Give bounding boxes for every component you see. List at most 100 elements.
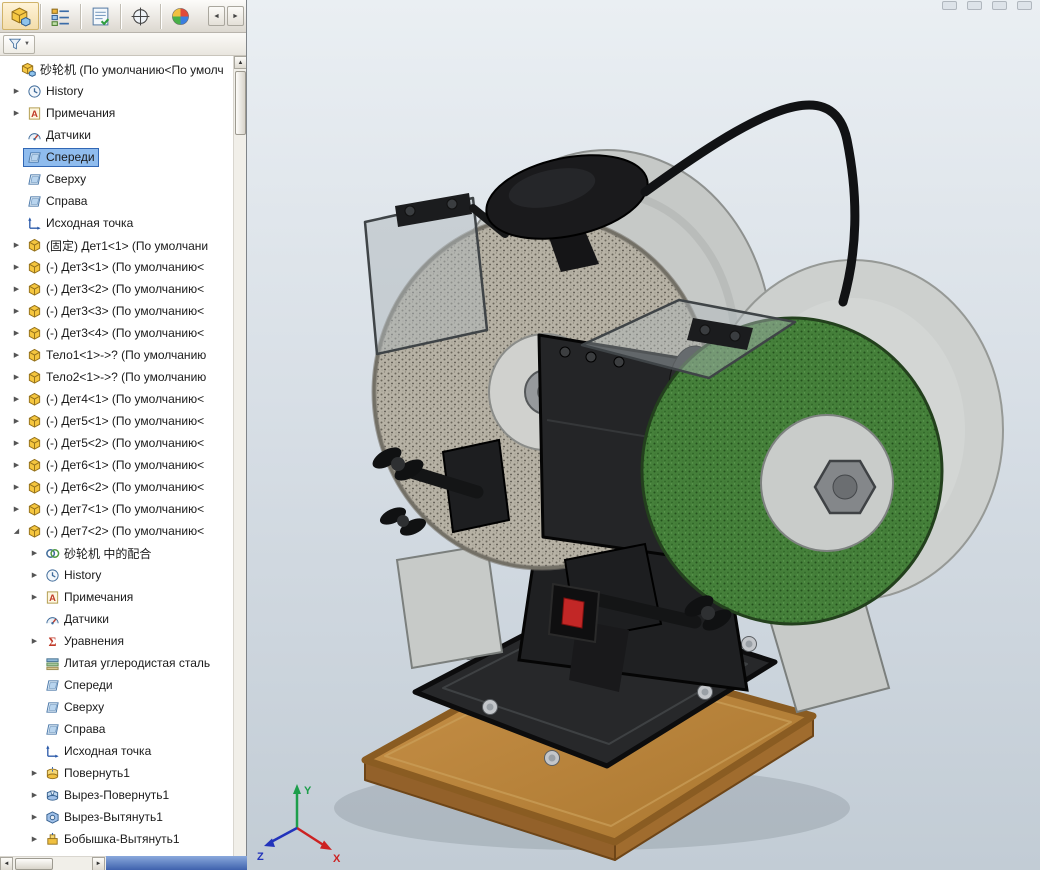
tree-row[interactable]: Сверху <box>0 696 233 718</box>
feature-manager-tab[interactable] <box>42 2 79 30</box>
origin-icon <box>45 744 60 759</box>
scroll-up-icon: ▲ <box>238 60 244 66</box>
tree-row[interactable]: Спереди <box>0 146 233 168</box>
tree-item-label: (-) Дет6<2> (По умолчанию< <box>46 480 204 494</box>
tree-row[interactable]: ▶ (-) Дет3<2> (По умолчанию< <box>0 278 233 300</box>
tree-row[interactable]: Датчики <box>0 124 233 146</box>
orientation-triad: Y X Z <box>257 778 349 864</box>
tree-row[interactable]: ▶ (-) Дет5<1> (По умолчанию< <box>0 410 233 432</box>
part-icon <box>27 392 42 407</box>
tree-row[interactable]: ▶ History <box>0 564 233 586</box>
expand-arrow[interactable]: ▶ <box>10 285 23 293</box>
expand-arrow[interactable]: ▶ <box>10 417 23 425</box>
assembly-tab[interactable] <box>2 2 39 30</box>
tree-item-label: (-) Дет7<1> (По умолчанию< <box>46 502 204 516</box>
expand-arrow[interactable]: ▶ <box>10 109 23 117</box>
tree-row[interactable]: ▶ (-) Дет3<3> (По умолчанию< <box>0 300 233 322</box>
expand-arrow[interactable]: ▶ <box>10 395 23 403</box>
expand-arrow[interactable]: ▶ <box>10 505 23 513</box>
expand-arrow[interactable]: ▶ <box>10 351 23 359</box>
tree-row[interactable]: ▶ Тело1<1>->? (По умолчанию <box>0 344 233 366</box>
scroll-up-button[interactable]: ▲ <box>234 56 246 69</box>
toolbar-separator <box>80 4 81 29</box>
display-manager-tab[interactable] <box>162 2 199 30</box>
tree-row[interactable]: Спереди <box>0 674 233 696</box>
expand-arrow[interactable]: ◢ <box>10 527 23 535</box>
tree-row[interactable]: ▶ Вырез-Вытянуть1 <box>0 806 233 828</box>
tree-item-label: Тело1<1>->? (По умолчанию <box>46 348 206 362</box>
expand-arrow[interactable]: ▶ <box>28 593 41 601</box>
tree-horizontal-scrollbar[interactable]: ◄ ► <box>0 856 106 870</box>
vertical-scroll-thumb[interactable] <box>235 71 246 135</box>
expand-arrow[interactable]: ▶ <box>28 571 41 579</box>
tree-item-label: Датчики <box>64 612 109 626</box>
tree-row[interactable]: ▶ 砂轮机 中的配合 <box>0 542 233 564</box>
tree-row[interactable]: ▶ (-) Дет3<1> (По умолчанию< <box>0 256 233 278</box>
feature-tree: 砂轮机 (По умолчанию<По умолч ▶ History ▶ П… <box>0 56 246 870</box>
tree-row[interactable]: ▶ (固定) Дет1<1> (По умолчани <box>0 234 233 256</box>
tree-row[interactable]: ◢ (-) Дет7<2> (По умолчанию< <box>0 520 233 542</box>
scroll-right-button[interactable]: ► <box>92 857 105 870</box>
tree-row[interactable]: ▶ (-) Дет5<2> (По умолчанию< <box>0 432 233 454</box>
scroll-left-button[interactable]: ◄ <box>0 857 13 870</box>
tree-row[interactable]: ▶ (-) Дет3<4> (По умолчанию< <box>0 322 233 344</box>
feature-manager-panel: ◄ ► ▼ 砂轮机 (По умолчанию<По умолч ▶ Histo… <box>0 0 247 870</box>
tree-item-label: Исходная точка <box>64 744 151 758</box>
tree-filter-bar: ▼ <box>0 33 246 56</box>
expand-arrow[interactable]: ▶ <box>28 769 41 777</box>
expand-arrow[interactable]: ▶ <box>10 307 23 315</box>
property-manager-tab[interactable] <box>82 2 119 30</box>
tree-vertical-scrollbar[interactable]: ▲ ▼ <box>233 56 246 870</box>
tree-row[interactable]: ▶ (-) Дет7<1> (По умолчанию< <box>0 498 233 520</box>
tree-row[interactable]: Сверху <box>0 168 233 190</box>
filter-button[interactable]: ▼ <box>3 35 35 54</box>
tree-row[interactable]: 砂轮机 (По умолчанию<По умолч <box>0 58 233 80</box>
tree-row[interactable]: ▶ Примечания <box>0 586 233 608</box>
part-icon <box>27 414 42 429</box>
tree-row[interactable]: Датчики <box>0 608 233 630</box>
tree-row[interactable]: ▶ Тело2<1>->? (По умолчанию <box>0 366 233 388</box>
panel-back-button[interactable]: ◄ <box>208 6 225 26</box>
expand-arrow[interactable]: ▶ <box>10 329 23 337</box>
annotations-icon <box>45 590 60 605</box>
part-icon <box>27 238 42 253</box>
expand-arrow[interactable]: ▶ <box>10 439 23 447</box>
tree-item-label: 砂轮机 中的配合 <box>64 545 151 562</box>
tree-row[interactable]: ▶ Примечания <box>0 102 233 124</box>
tree-row[interactable]: ▶ Повернуть1 <box>0 762 233 784</box>
expand-arrow[interactable]: ▶ <box>28 637 41 645</box>
expand-arrow[interactable]: ▶ <box>28 835 41 843</box>
configuration-manager-tab[interactable] <box>122 2 159 30</box>
tree-row[interactable]: ▶ Уравнения <box>0 630 233 652</box>
tree-row[interactable]: ▶ (-) Дет6<2> (По умолчанию< <box>0 476 233 498</box>
expand-arrow[interactable]: ▶ <box>10 263 23 271</box>
expand-arrow[interactable]: ▶ <box>10 373 23 381</box>
expand-arrow[interactable]: ▶ <box>10 461 23 469</box>
graphics-viewport[interactable]: Y X Z <box>247 0 1040 870</box>
expand-arrow[interactable]: ▶ <box>28 549 41 557</box>
triad-z-label: Z <box>257 851 264 863</box>
tree-row[interactable]: ▶ History <box>0 80 233 102</box>
bench-grinder-model[interactable] <box>247 0 1040 870</box>
tree-row[interactable]: ▶ (-) Дет6<1> (По умолчанию< <box>0 454 233 476</box>
mates-icon <box>45 546 60 561</box>
tree-row[interactable]: Исходная точка <box>0 740 233 762</box>
tree-row[interactable]: Справа <box>0 190 233 212</box>
tree-item-label: Повернуть1 <box>64 766 130 780</box>
expand-arrow[interactable]: ▶ <box>10 241 23 249</box>
expand-arrow[interactable]: ▶ <box>10 483 23 491</box>
tree-row[interactable]: Справа <box>0 718 233 740</box>
tree-row[interactable]: ▶ Бобышка-Вытянуть1 <box>0 828 233 850</box>
expand-arrow[interactable]: ▶ <box>28 813 41 821</box>
tree-item-label: 砂轮机 (По умолчанию<По умолч <box>40 61 224 78</box>
panel-forward-button[interactable]: ► <box>227 6 244 26</box>
tree-row[interactable]: Исходная точка <box>0 212 233 234</box>
tree-row[interactable]: Литая углеродистая сталь <box>0 652 233 674</box>
tree-row[interactable]: ▶ Вырез-Повернуть1 <box>0 784 233 806</box>
tree-row[interactable]: ▶ (-) Дет4<1> (По умолчанию< <box>0 388 233 410</box>
expand-arrow[interactable]: ▶ <box>10 87 23 95</box>
expand-arrow[interactable]: ▶ <box>28 791 41 799</box>
history-icon <box>27 84 42 99</box>
tree-item-label: Литая углеродистая сталь <box>64 656 210 670</box>
horizontal-scroll-thumb[interactable] <box>15 858 53 870</box>
